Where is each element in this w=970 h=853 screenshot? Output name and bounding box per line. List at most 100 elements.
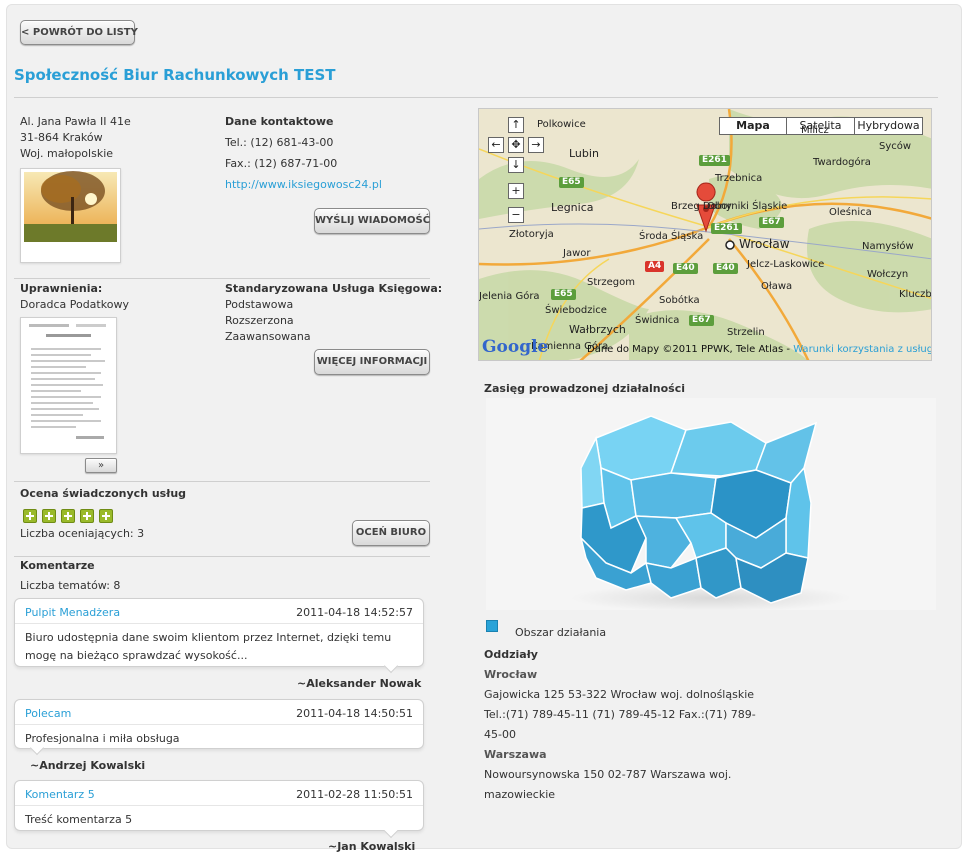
map-city-label: Kluczbork	[899, 289, 932, 300]
service-item-basic: Podstawowa	[225, 298, 294, 311]
address-line1: Al. Jana Pawła II 41e	[20, 115, 131, 128]
comment-author: ~Jan Kowalski	[328, 840, 416, 853]
comment-date: 2011-02-28 11:50:51	[296, 788, 413, 801]
rating-count: Liczba oceniających: 3	[20, 527, 145, 540]
map-city-label: Sobótka	[659, 295, 700, 306]
permissions-value: Doradca Podatkowy	[20, 298, 129, 311]
coverage-heading: Zasięg prowadzonej działalności	[484, 382, 686, 395]
map-city-label: Syców	[879, 141, 912, 152]
back-to-list-button[interactable]: < POWRÓT DO LISTY	[20, 20, 138, 45]
pan-right-icon[interactable]: →	[528, 137, 544, 153]
map-road-label: E40	[673, 263, 698, 274]
comment-author: ~Andrzej Kowalski	[30, 759, 146, 772]
website-link[interactable]: http://www.iksiegowosc24.pl	[225, 177, 382, 193]
rating-star-icon[interactable]	[61, 509, 75, 523]
comment-body: Biuro udostępnia dane swoim klientom prz…	[25, 631, 392, 662]
comments-count: Liczba tematów: 8	[20, 579, 121, 592]
map-city-label: Strzegom	[587, 277, 635, 288]
rating-star-icon[interactable]	[80, 509, 94, 523]
divider	[14, 278, 430, 279]
more-info-button[interactable]: WIĘCEJ INFORMACJI	[314, 349, 430, 375]
service-item-advanced: Zaawansowana	[225, 330, 311, 343]
page-title: Społeczność Biur Rachunkowych TEST	[14, 66, 336, 84]
map-city-label: Oborniki Śląskie	[707, 201, 788, 212]
branch-phones: Tel.:(71) 789-45-11 (71) 789-45-12 Fax.:…	[484, 708, 756, 721]
certificate-thumbnail[interactable]	[20, 317, 117, 454]
rating-star-icon[interactable]	[99, 509, 113, 523]
map-road-label: E67	[759, 217, 784, 228]
divider	[14, 97, 938, 98]
map-city-label: Wołczyn	[867, 269, 909, 280]
legend-label: Obszar działania	[515, 626, 607, 639]
rating-star-icon[interactable]	[42, 509, 56, 523]
branch-address: Nowoursynowska 150 02-787 Warszawa woj.	[484, 768, 732, 781]
comment-card: Pulpit Menadżera 2011-04-18 14:52:57 Biu…	[14, 598, 424, 674]
map-attribution: Dane do Mapy ©2011 PPWK, Tele Atlas - Wa…	[587, 344, 931, 355]
comment-date: 2011-04-18 14:52:57	[296, 606, 413, 619]
divider	[14, 556, 430, 557]
comment-author: ~Aleksander Nowak	[297, 677, 422, 690]
contact-fax: Fax.: (12) 687-71-00	[225, 157, 338, 170]
branch-address: mazowieckie	[484, 788, 556, 801]
rating-star-icon[interactable]	[23, 509, 37, 523]
address-line3: Woj. małopolskie	[20, 147, 114, 160]
coverage-map	[486, 398, 936, 610]
map-road-label: E65	[559, 177, 584, 188]
map-city-label: Jawor	[563, 248, 591, 259]
map-city-label: Złotoryja	[509, 229, 554, 240]
branch-city: Warszawa	[484, 748, 547, 761]
map-city-label: Oleśnica	[829, 207, 872, 218]
comment-date: 2011-04-18 14:50:51	[296, 707, 413, 720]
map-city-label: Oława	[761, 281, 793, 292]
comment-card: Polecam 2011-04-18 14:50:51 Profesjonaln…	[14, 699, 424, 756]
comment-title[interactable]: Komentarz 5	[25, 788, 95, 801]
branches-heading: Oddziały	[484, 648, 538, 661]
service-heading: Standaryzowana Usługa Księgowa:	[225, 282, 443, 295]
contact-tel: Tel.: (12) 681-43-00	[225, 136, 334, 149]
service-item-extended: Rozszerzona	[225, 314, 294, 327]
rate-office-button[interactable]: OCEŃ BIURO	[352, 520, 430, 546]
map-type-hybrid-button[interactable]: Hybrydowa	[854, 117, 923, 135]
pan-up-icon[interactable]: ↑	[508, 117, 524, 133]
branch-address: Gajowicka 125 53-322 Wrocław woj. dolnoś…	[484, 688, 755, 701]
map-type-map-button[interactable]: Mapa	[719, 117, 787, 135]
map-road-label: E67	[689, 315, 714, 326]
map-city-label: Wałbrzych	[569, 323, 626, 336]
comment-separator	[15, 623, 423, 624]
comment-card: Komentarz 5 2011-02-28 11:50:51 Treść ko…	[14, 780, 424, 839]
map-city-label: Środa Śląska	[639, 231, 704, 242]
pan-left-icon[interactable]: ←	[488, 137, 504, 153]
next-certificate-button[interactable]: »	[85, 458, 117, 473]
pan-center-icon[interactable]: ✥	[508, 137, 524, 153]
map-city-label: Świdnica	[635, 315, 680, 326]
permissions-heading: Uprawnienia:	[20, 282, 103, 295]
comment-body: Treść komentarza 5	[25, 813, 133, 826]
send-message-button[interactable]: WYŚLIJ WIADOMOŚĆ	[314, 208, 430, 234]
branch-city: Wrocław	[484, 668, 538, 681]
map-road-label: E65	[551, 289, 576, 300]
map-city-label: Namysłów	[862, 241, 914, 252]
zoom-in-icon[interactable]: +	[508, 183, 524, 199]
map-city-label: Milicz	[801, 125, 829, 136]
comment-title[interactable]: Polecam	[25, 707, 71, 720]
map-city-label: Jelenia Góra	[479, 291, 540, 302]
legend-swatch	[486, 620, 498, 632]
map-road-label: E261	[699, 155, 730, 166]
comment-title[interactable]: Pulpit Menadżera	[25, 606, 120, 619]
map-road-label: E261	[711, 223, 742, 234]
zoom-out-icon[interactable]: −	[508, 207, 524, 223]
comment-separator	[15, 805, 423, 806]
map-city-label: Polkowice	[537, 119, 586, 130]
map-city-label: Wrocław	[739, 237, 790, 251]
office-photo	[20, 168, 121, 263]
map-city-label: Strzelin	[727, 327, 765, 338]
google-map[interactable]: ↑ ← ✥ → ↓ + − Mapa Satelita Hybrydowa Po…	[478, 108, 932, 361]
map-terms-link[interactable]: Warunki korzystania z usługi	[793, 344, 931, 355]
map-city-label: Świebodzice	[545, 305, 607, 316]
map-road-label: E40	[713, 263, 738, 274]
google-logo: Google	[482, 337, 549, 357]
branch-phones: 45-00	[484, 728, 516, 741]
pan-down-icon[interactable]: ↓	[508, 157, 524, 173]
comment-separator	[15, 724, 423, 725]
map-city-label: Jelcz-Laskowice	[747, 259, 825, 270]
